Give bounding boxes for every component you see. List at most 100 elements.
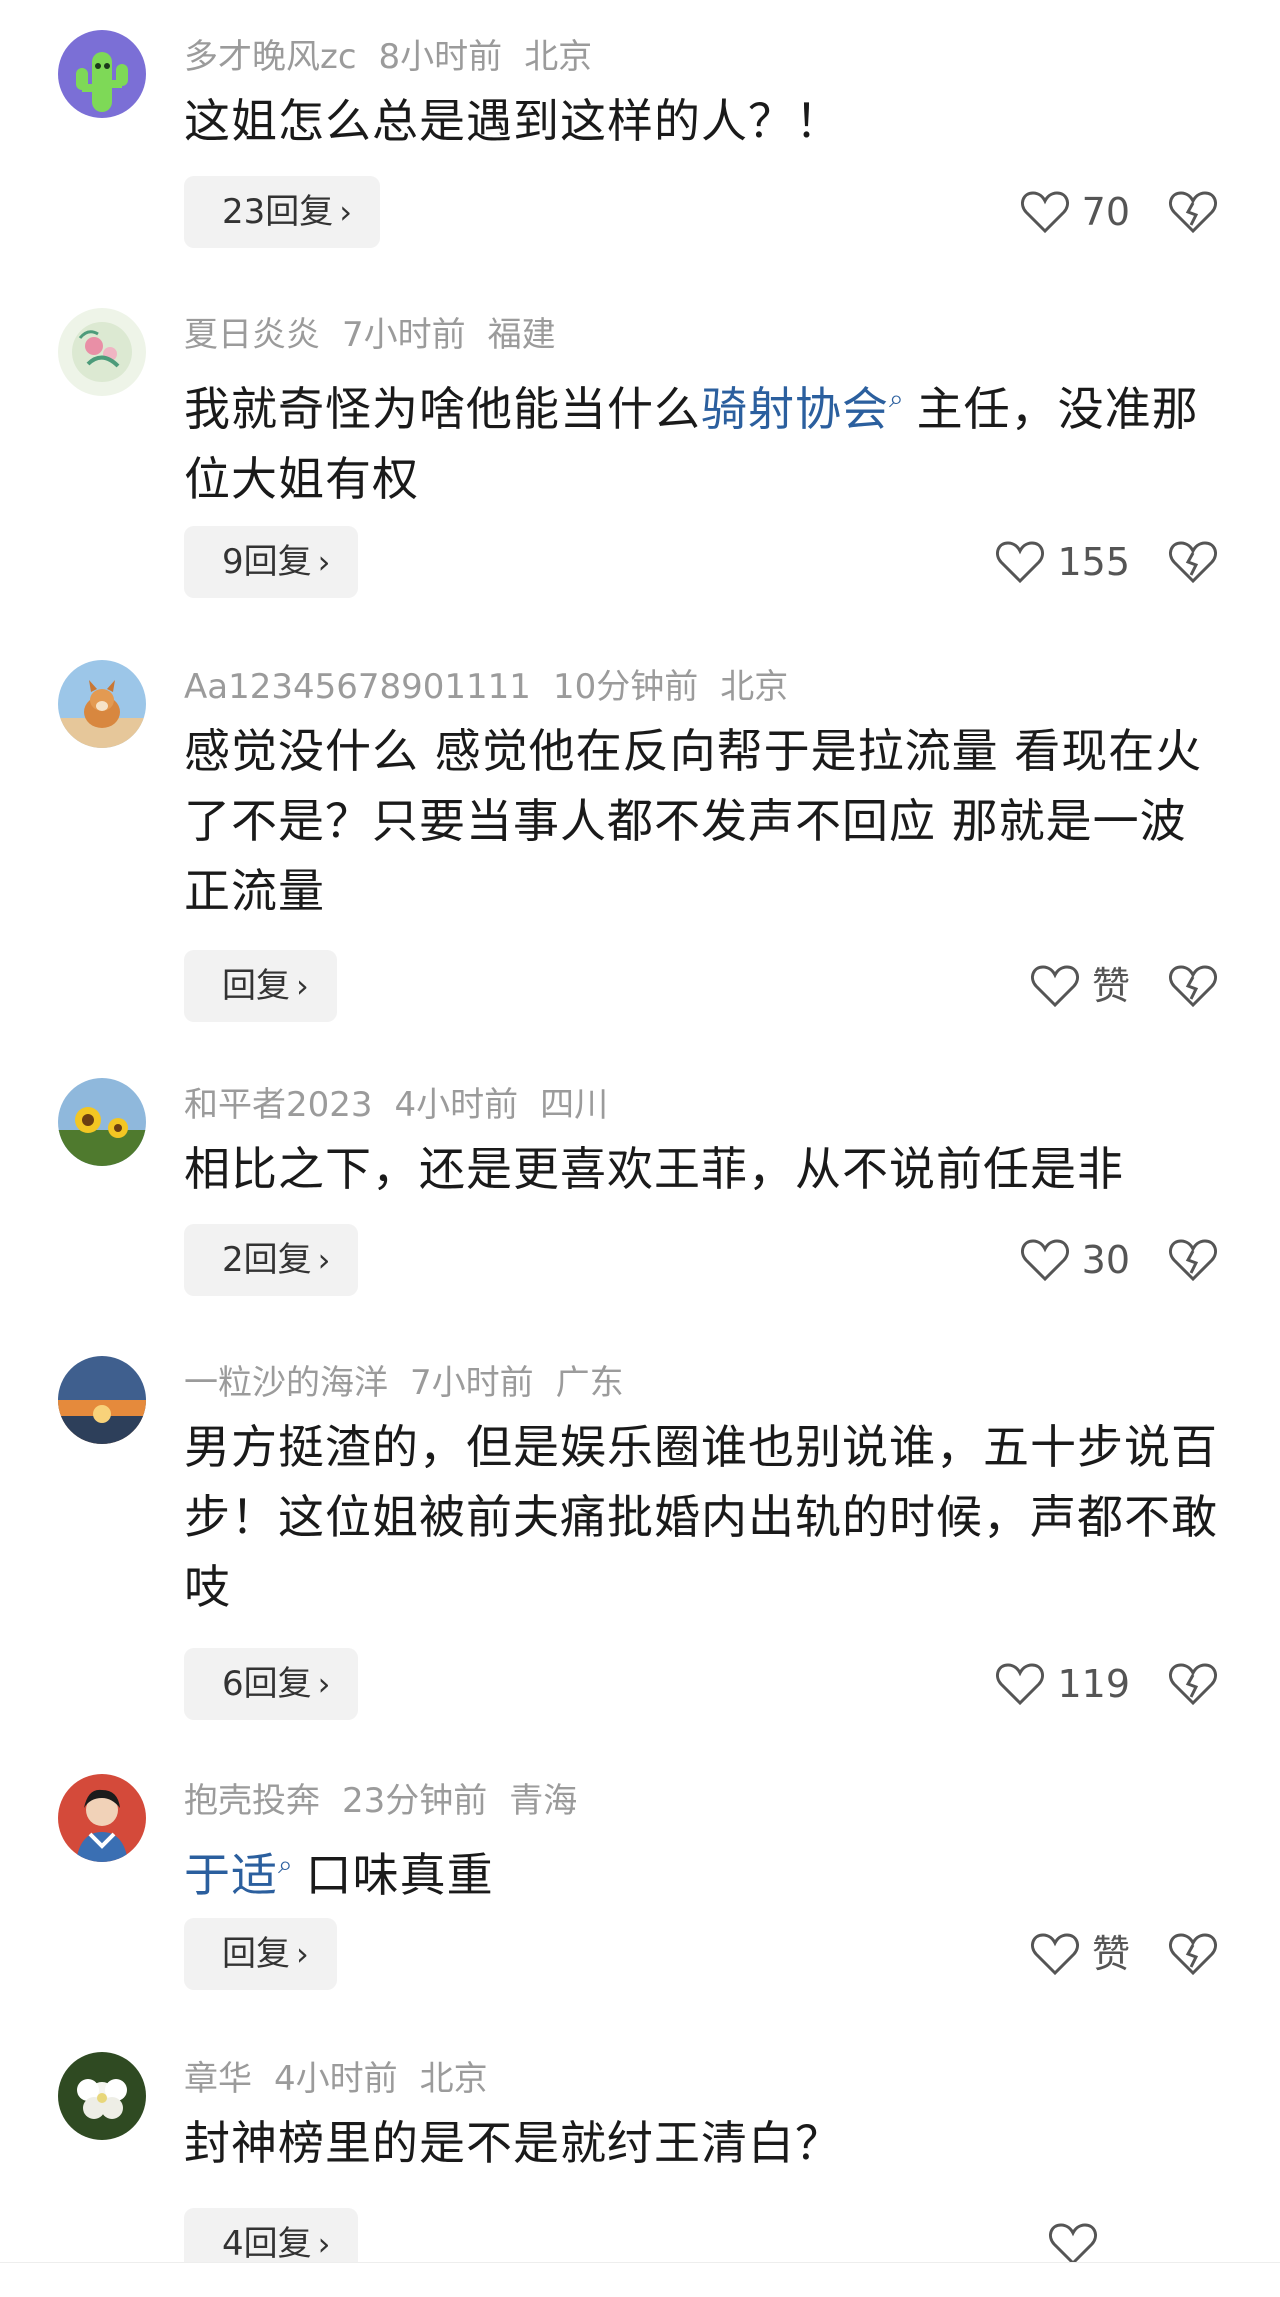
comment-item: Aa12345678901111 10分钟前 北京 感觉没什么 感觉他在反向帮于是拉… [0,630,1280,1030]
reply-button[interactable]: 回复 › [184,1918,337,1990]
comment-text: 男方挺渣的，但是娱乐圈谁也别说谁，五十步说百步！这位姐被前夫痛批婚内出轨的时候，… [184,1412,1224,1622]
chevron-right-icon: › [296,967,309,1005]
reply-button[interactable]: 23回复 › [184,176,381,248]
dislike-button[interactable] [1168,950,1218,1022]
avatar-person-icon [58,1774,146,1862]
keyword-link[interactable]: 于适 [184,1848,278,1902]
avatar[interactable] [58,1774,146,1862]
like-button[interactable]: 赞 [1030,950,1130,1022]
comment-meta: 多才晚风zc 8小时前 北京 [184,32,614,82]
comment-text-content: 这姐怎么总是遇到这样的人？！ [184,94,842,148]
avatar-sunflower-icon [58,1078,146,1166]
comment-text-content: 感觉没什么 感觉他在反向帮于是拉流量 看现在火了不是？只要当事人都不发声不回应 … [184,724,1203,918]
avatar[interactable] [58,1078,146,1166]
avatar[interactable] [58,308,146,396]
timestamp: 7小时前 [342,315,466,355]
broken-heart-icon [1169,191,1217,234]
comment-meta: Aa12345678901111 10分钟前 北京 [184,662,810,712]
like-button[interactable]: 赞 [1030,1918,1130,1990]
heart-icon [1020,190,1069,233]
location: 北京 [419,2059,488,2099]
broken-heart-icon [1169,1663,1217,1706]
avatar[interactable] [58,2052,146,2140]
comment-meta: 一粒沙的海洋 7小时前 广东 [184,1358,646,1408]
avatar[interactable] [58,660,146,748]
timestamp: 10分钟前 [552,667,699,707]
like-label: 赞 [1091,964,1130,1008]
comment-text: 于适⌕ 口味真重 [184,1830,1224,1910]
comment-text-content: 封神榜里的是不是就纣王清白？ [184,2116,842,2170]
username[interactable]: 一粒沙的海洋 [184,1363,388,1403]
comment-text: 相比之下，还是更喜欢王菲，从不说前任是非 [184,1134,1224,1204]
heart-icon [1030,1932,1079,1975]
reply-button[interactable]: 9回复 › [184,526,359,598]
heart-icon [996,1662,1045,1705]
avatar-flower-icon [58,2052,146,2140]
avatar-cactus-icon [58,30,146,118]
username[interactable]: 和平者2023 [184,1085,373,1125]
comment-meta: 章华 4小时前 北京 [184,2054,510,2104]
reply-button-label: 4回复 [222,2224,312,2264]
username[interactable]: 多才晚风zc [184,37,357,77]
reply-button-label: 2回复 [222,1240,312,1280]
comment-text: 感觉没什么 感觉他在反向帮于是拉流量 看现在火了不是？只要当事人都不发声不回应 … [184,716,1224,926]
reply-button-label: 回复 [222,966,290,1006]
timestamp: 23分钟前 [342,1781,488,1821]
comment-meta: 夏日炎炎 7小时前 福建 [184,310,578,360]
comment-text: 我就奇怪为啥他能当什么骑射协会⌕ 主任，没准那位大姐有权 [184,364,1224,514]
dislike-button[interactable] [1168,526,1218,598]
avatar[interactable] [58,30,146,118]
chevron-right-icon: › [317,1665,331,1703]
search-icon: ⌕ [889,384,905,414]
like-button[interactable]: 119 [995,1648,1130,1720]
comment-item: 和平者2023 4小时前 四川 相比之下，还是更喜欢王菲，从不说前任是非 2回复 › … [0,1048,1280,1308]
keyword-link[interactable]: 骑射协会 [701,382,889,436]
username[interactable]: 抱壳投奔 [184,1781,320,1821]
avatar-dog-icon [58,660,146,748]
comment-meta: 抱壳投奔 23分钟前 青海 [184,1776,599,1826]
location: 四川 [540,1085,609,1125]
broken-heart-icon [1169,1933,1217,1976]
comment-text-content: 口味真重 [305,1848,494,1902]
chevron-right-icon: › [317,543,331,581]
comment-item: 多才晚风zc 8小时前 北京 这姐怎么总是遇到这样的人？！ 23回复 › 70 [0,0,1280,248]
location: 福建 [487,315,556,355]
comment-item: 夏日炎炎 7小时前 福建 我就奇怪为啥他能当什么骑射协会⌕ 主任，没准那位大姐有权 9… [0,278,1280,608]
comment-item: 一粒沙的海洋 7小时前 广东 男方挺渣的，但是娱乐圈谁也别说谁，五十步说百步！这位姐… [0,1326,1280,1726]
reply-button[interactable]: 6回复 › [184,1648,359,1720]
reply-button[interactable]: 2回复 › [184,1224,359,1296]
avatar[interactable] [58,1356,146,1444]
dislike-button[interactable] [1168,176,1218,248]
dislike-button[interactable] [1168,1918,1218,1990]
username[interactable]: 章华 [184,2059,252,2099]
reply-button[interactable]: 回复 › [184,950,337,1022]
heart-icon [1020,1238,1069,1281]
like-count: 119 [1057,1662,1130,1706]
like-label: 赞 [1091,1932,1130,1976]
comment-text-content: 相比之下，还是更喜欢王菲，从不说前任是非 [184,1142,1124,1196]
like-button[interactable]: 155 [995,526,1130,598]
dislike-button[interactable] [1168,1224,1218,1296]
comment-text-content: 我就奇怪为啥他能当什么 [184,382,701,436]
timestamp: 4小时前 [394,1085,519,1125]
heart-icon [996,540,1045,583]
like-count: 155 [1057,540,1130,584]
timestamp: 8小时前 [378,37,503,77]
comment-item: 抱壳投奔 23分钟前 青海 于适⌕ 口味真重 回复 › 赞 [0,1744,1280,1994]
reply-button-label: 6回复 [222,1664,312,1704]
username[interactable]: 夏日炎炎 [184,315,320,355]
comment-text-content: 男方挺渣的，但是娱乐圈谁也别说谁，五十步说百步！这位姐被前夫痛批婚内出轨的时候，… [184,1420,1218,1614]
chevron-right-icon: › [317,1241,331,1279]
like-button[interactable]: 30 [1020,1224,1130,1296]
like-button[interactable]: 70 [1020,176,1130,248]
heart-icon [1030,964,1079,1007]
comment-item: 章华 4小时前 北京 封神榜里的是不是就纣王清白？ 4回复 › [0,2022,1280,2296]
broken-heart-icon [1169,965,1217,1008]
search-icon: ⌕ [278,1850,294,1880]
dislike-button[interactable] [1168,1648,1218,1720]
username[interactable]: Aa12345678901111 [184,667,531,707]
comment-text: 封神榜里的是不是就纣王清白？ [184,2108,1224,2178]
location: 青海 [509,1781,578,1821]
location: 北京 [524,37,593,77]
comment-text: 这姐怎么总是遇到这样的人？！ [184,86,1224,156]
